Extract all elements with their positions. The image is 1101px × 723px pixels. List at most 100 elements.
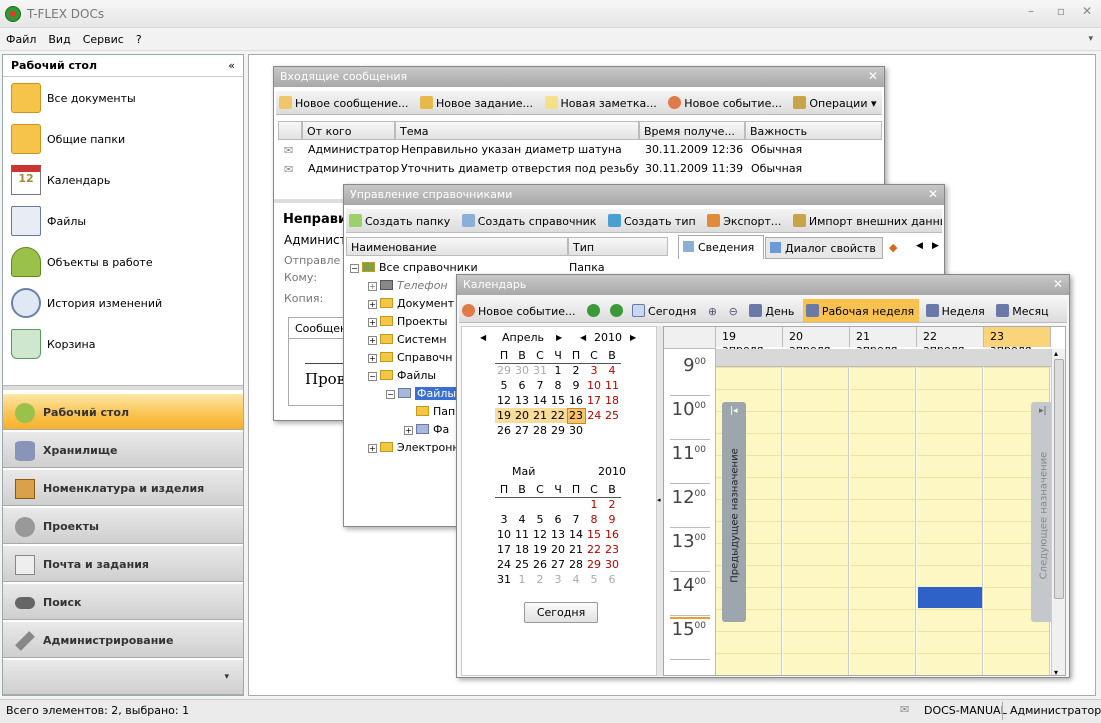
sidebar-item-calendar[interactable]: 12 Календарь <box>9 161 239 201</box>
calendar-day[interactable]: 5 <box>531 512 549 527</box>
tab-message[interactable]: Сообщен <box>288 317 348 339</box>
calendar-day[interactable]: 4 <box>513 512 531 527</box>
calendar-day[interactable]: 5 <box>495 378 513 393</box>
calendar-day[interactable]: 14 <box>567 527 585 542</box>
calendar-day[interactable]: 15 <box>549 393 567 408</box>
day-header[interactable]: 20 апреля <box>783 327 850 356</box>
table-row[interactable]: ✉ Администратор Уточнить диаметр отверст… <box>278 160 882 179</box>
calendar-day[interactable]: 25 <box>513 557 531 572</box>
nav-group-storage[interactable]: Хранилище <box>3 431 243 468</box>
calendar-day[interactable]: 29 <box>495 363 513 378</box>
calendar-day[interactable]: 27 <box>513 423 531 438</box>
calendar-day[interactable]: 14 <box>531 393 549 408</box>
collapse-icon[interactable]: « <box>228 59 235 72</box>
zoom-out-icon[interactable]: ⊖ <box>726 300 743 318</box>
calendar-day[interactable]: 13 <box>549 527 567 542</box>
tab-more-icon[interactable]: ◆ <box>889 241 897 254</box>
directories-close-icon[interactable]: ✕ <box>928 187 938 201</box>
tab-info[interactable]: Сведения <box>678 235 764 259</box>
forward-arrow-icon[interactable] <box>607 300 626 318</box>
calendar-day[interactable]: 7 <box>567 512 585 527</box>
calendar-day[interactable]: 9 <box>567 378 585 393</box>
calendar-day[interactable]: 19 <box>495 408 513 423</box>
calendar-day[interactable]: 20 <box>513 408 531 423</box>
calendar-day[interactable]: 29 <box>585 557 603 572</box>
sidebar-item-in-work[interactable]: Объекты в работе <box>9 243 239 283</box>
calendar-close-icon[interactable]: ✕ <box>1053 277 1063 291</box>
calendar-day[interactable]: 2 <box>567 363 585 378</box>
calendar-day[interactable]: 18 <box>603 393 621 408</box>
day-header[interactable]: 22 апреля <box>917 327 984 356</box>
today-toolbar-button[interactable]: Сегодня <box>629 299 701 318</box>
operations-button[interactable]: Операции ▾ <box>790 91 881 110</box>
calendar-day[interactable]: 7 <box>531 378 549 393</box>
tab-properties-dialog[interactable]: Диалог свойств <box>765 237 883 259</box>
scroll-down-icon[interactable]: ▾ <box>1054 668 1058 675</box>
calendar-day[interactable]: 30 <box>603 557 621 572</box>
nav-group-mail[interactable]: Почта и задания <box>3 545 243 582</box>
calendar-day[interactable]: 4 <box>567 572 585 587</box>
calendar-day[interactable]: 6 <box>513 378 531 393</box>
work-week-view-button[interactable]: Рабочая неделя <box>802 299 920 322</box>
calendar-day[interactable]: 25 <box>603 408 621 423</box>
today-button[interactable]: Сегодня <box>524 602 598 623</box>
table-row[interactable]: ✉ Администратор Неправильно указан диаме… <box>278 141 882 160</box>
sidebar-item-files[interactable]: Файлы <box>9 202 239 242</box>
nav-group-more[interactable]: ▾ <box>3 659 243 695</box>
nav-group-projects[interactable]: Проекты <box>3 507 243 544</box>
col-from[interactable]: От кого <box>302 121 395 140</box>
sidebar-item-trash[interactable]: Корзина <box>9 325 239 365</box>
nav-group-desktop[interactable]: Рабочий стол <box>3 393 243 430</box>
time-grid[interactable] <box>716 367 1051 675</box>
new-message-button[interactable]: Новое сообщение... <box>276 91 414 110</box>
calendar-day[interactable]: 29 <box>549 423 567 438</box>
col-type[interactable]: Тип <box>568 237 668 256</box>
calendar-day[interactable]: 19 <box>531 542 549 557</box>
calendar-day[interactable]: 23 <box>603 542 621 557</box>
calendar-day[interactable]: 24 <box>495 557 513 572</box>
all-day-row[interactable] <box>716 349 1051 367</box>
calendar-day[interactable]: 17 <box>495 542 513 557</box>
menu-chevron-icon[interactable]: ▾ <box>1088 34 1093 44</box>
import-button[interactable]: Импорт внешних данных... <box>790 209 942 228</box>
new-note-button[interactable]: Новая заметка... <box>542 91 662 110</box>
day-column[interactable] <box>783 367 849 675</box>
calendar-day[interactable]: 11 <box>603 378 621 393</box>
calendar-day[interactable]: 12 <box>495 393 513 408</box>
sidebar-item-all-docs[interactable]: Все документы <box>9 79 239 119</box>
calendar-day[interactable]: 5 <box>585 572 603 587</box>
calendar-day[interactable]: 8 <box>585 512 603 527</box>
maximize-icon[interactable]: ▫ <box>1050 4 1072 22</box>
tab-scroll-right-icon[interactable]: ▶ <box>932 241 939 251</box>
zoom-in-icon[interactable]: ⊕ <box>705 300 722 318</box>
calendar-day[interactable]: 28 <box>531 423 549 438</box>
calendar-day[interactable]: 3 <box>495 512 513 527</box>
new-event-button[interactable]: Новое событие... <box>665 91 787 110</box>
calendar-day[interactable]: 28 <box>567 557 585 572</box>
calendar-day[interactable]: 1 <box>585 497 603 512</box>
calendar-day[interactable]: 8 <box>549 378 567 393</box>
calendar-day[interactable]: 2 <box>603 497 621 512</box>
calendar-day[interactable]: 13 <box>513 393 531 408</box>
day-header[interactable]: 21 апреля <box>850 327 917 356</box>
menu-service[interactable]: Сервис <box>77 29 130 46</box>
calendar-day[interactable]: 30 <box>567 423 585 438</box>
schedule-scrollbar[interactable]: ▴ ▾ <box>1051 349 1065 675</box>
col-name[interactable]: Наименование <box>346 237 568 256</box>
calendar-day[interactable]: 31 <box>495 572 513 587</box>
calendar-day[interactable]: 20 <box>549 542 567 557</box>
calendar-day[interactable]: 3 <box>585 363 603 378</box>
month-view-button[interactable]: Месяц <box>993 299 1053 318</box>
day-column[interactable] <box>917 367 983 675</box>
calendar-day[interactable]: 22 <box>549 408 567 423</box>
calendar-day[interactable]: 16 <box>603 527 621 542</box>
calendar-day[interactable]: 2 <box>531 572 549 587</box>
day-header[interactable]: 19 апреля <box>716 327 783 356</box>
day-view-button[interactable]: День <box>746 299 799 318</box>
calendar-day[interactable]: 10 <box>585 378 603 393</box>
prev-year-icon[interactable]: ◀ <box>580 333 586 342</box>
prev-appointment-button[interactable]: |◂ Предыдущее назначение <box>722 402 746 622</box>
calendar-day[interactable]: 16 <box>567 393 585 408</box>
splitter[interactable] <box>3 385 243 390</box>
next-year-icon[interactable]: ▶ <box>630 333 636 342</box>
